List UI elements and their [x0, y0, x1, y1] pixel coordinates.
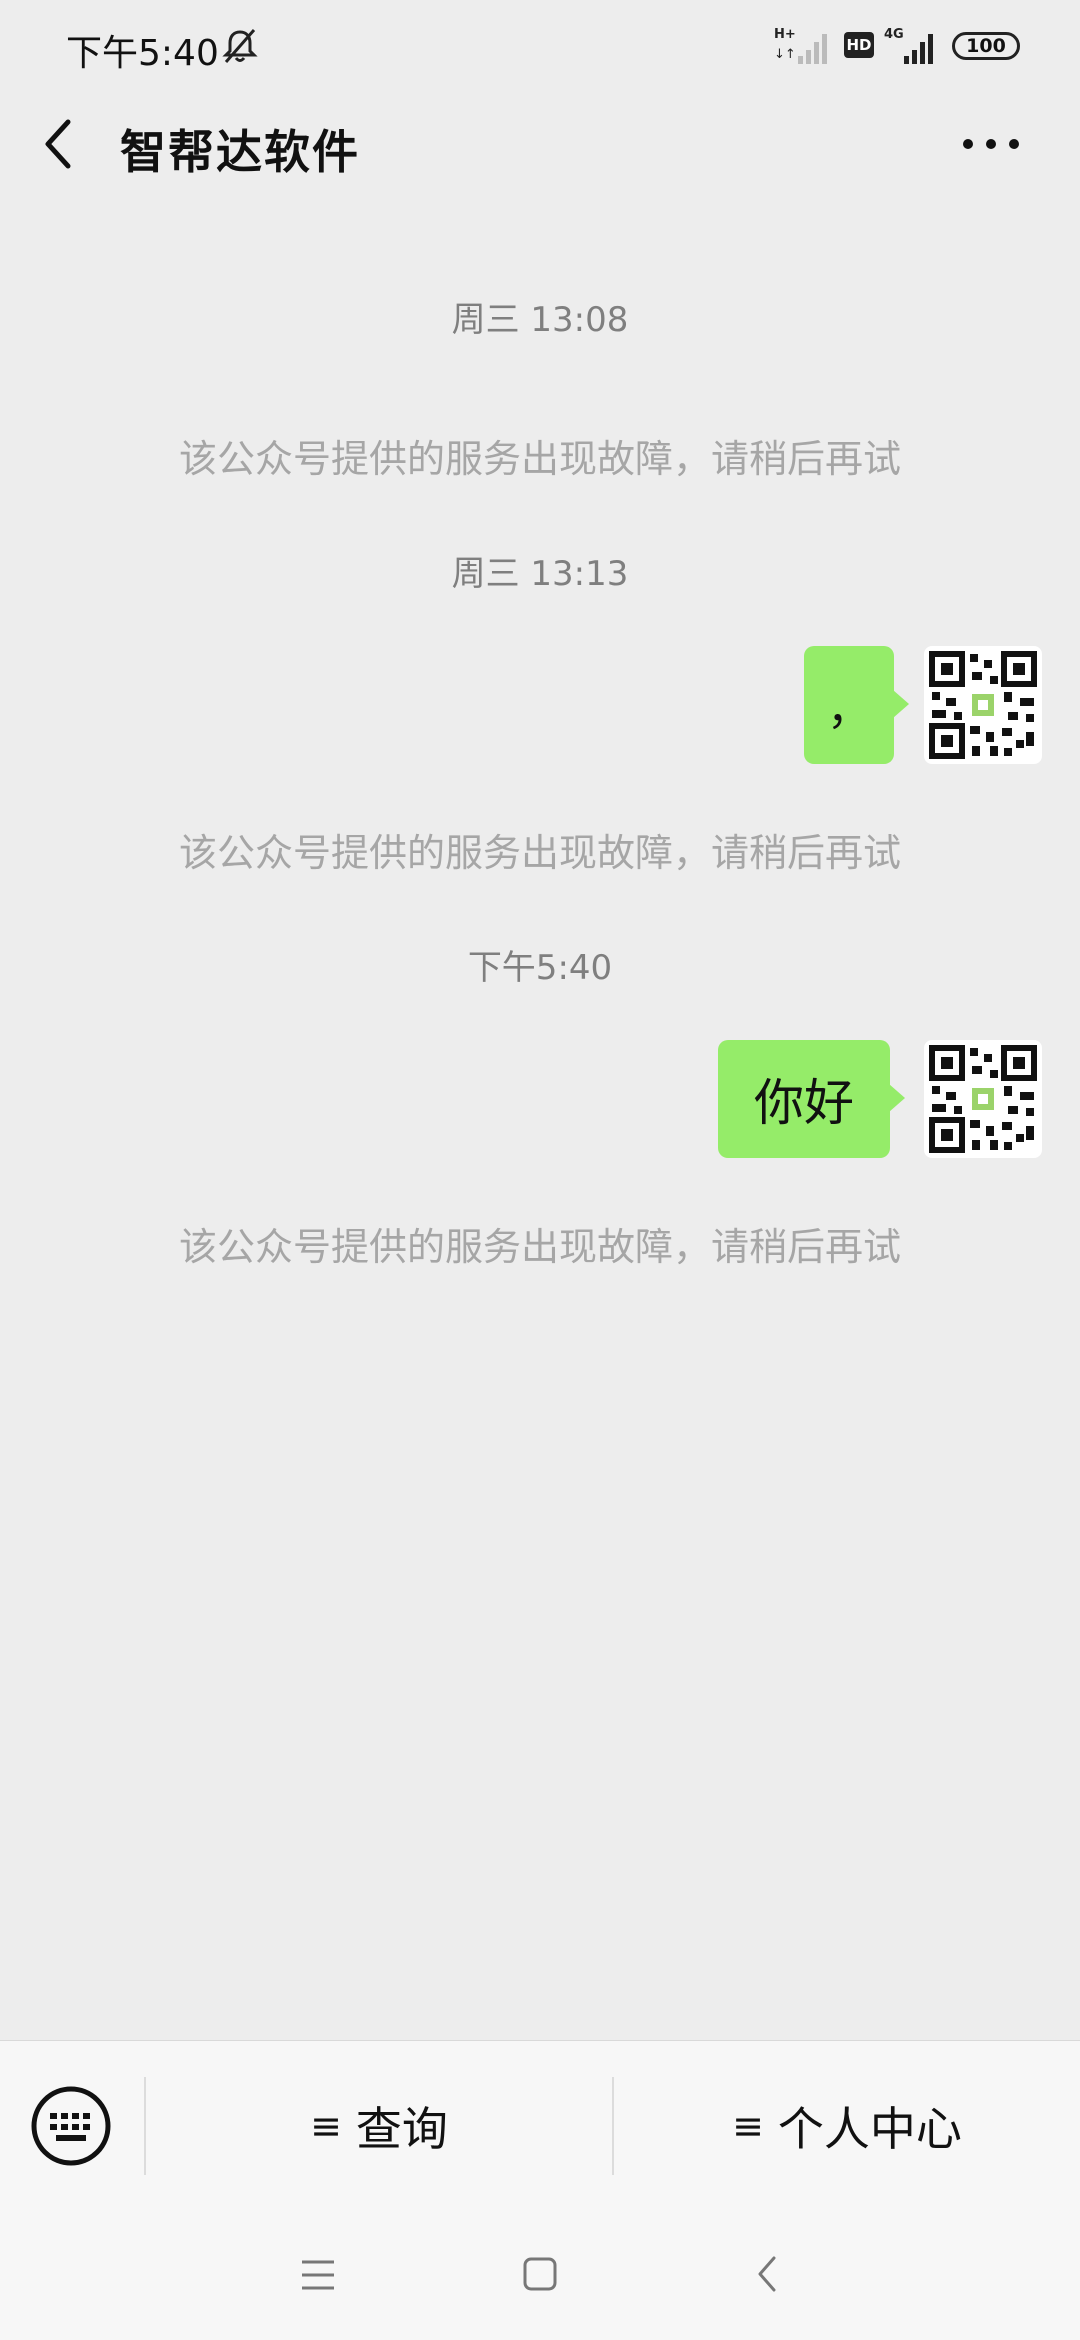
bubble-tail — [893, 690, 909, 718]
message-list[interactable]: 周三 13:08 该公众号提供的服务出现故障，请稍后再试 周三 13:13 ， — [0, 200, 1080, 2040]
message-timestamp: 周三 13:08 — [451, 300, 629, 340]
user-avatar[interactable] — [924, 646, 1042, 764]
menu-personal-center-label: 个人中心 — [777, 2102, 962, 2156]
menu-list-icon: ≡ — [310, 2104, 342, 2148]
back-arrow-icon[interactable] — [36, 114, 84, 174]
menu-list-icon: ≡ — [732, 2104, 764, 2148]
system-notice: 该公众号提供的服务出现故障，请稍后再试 — [178, 437, 901, 481]
system-notice: 该公众号提供的服务出现故障，请稍后再试 — [178, 831, 901, 875]
status-time: 下午5:40 — [66, 33, 219, 74]
chat-header: 智帮达软件 — [0, 96, 1080, 200]
message-timestamp: 下午5:40 — [467, 948, 613, 988]
system-notice: 该公众号提供的服务出现故障，请稍后再试 — [178, 1225, 901, 1269]
user-avatar[interactable] — [924, 1040, 1042, 1158]
outgoing-message-bubble[interactable]: ， — [804, 646, 894, 764]
outgoing-message-bubble[interactable]: 你好 — [718, 1040, 890, 1158]
home-icon[interactable] — [522, 2256, 558, 2292]
bubble-tail — [889, 1084, 905, 1112]
system-back-icon[interactable] — [752, 2254, 782, 2294]
menu-personal-center-button[interactable]: ≡ 个人中心 — [614, 2077, 1080, 2175]
system-navigation-bar — [0, 2210, 1080, 2340]
signal-icon-1: H+ ↓↑ — [774, 27, 827, 64]
network-type-label: H+ — [774, 27, 796, 42]
message-text: ， — [827, 684, 871, 735]
status-bar: 下午5:40 H+ ↓↑ HD 4G 100 — [0, 0, 1080, 96]
menu-query-button[interactable]: ≡ 查询 — [146, 2077, 612, 2175]
message-timestamp: 周三 13:13 — [451, 554, 629, 594]
qr-code-avatar-image — [929, 651, 1037, 759]
menu-query-label: 查询 — [355, 2102, 448, 2156]
more-options-icon[interactable] — [956, 124, 1026, 164]
message-text: 你好 — [754, 1074, 854, 1132]
service-menu-bar: ≡ 查询 ≡ 个人中心 — [0, 2040, 1080, 2211]
qr-code-avatar-image — [929, 1045, 1037, 1153]
net2-type-label: 4G — [884, 27, 904, 42]
signal-icon-2: 4G — [884, 27, 933, 64]
chat-title: 智帮达软件 — [120, 125, 360, 179]
recent-apps-icon[interactable] — [300, 2258, 336, 2292]
battery-indicator: 100 — [952, 32, 1020, 60]
keyboard-toggle-icon[interactable] — [30, 2085, 112, 2167]
mute-bell-icon — [222, 29, 258, 63]
hd-badge: HD — [844, 32, 874, 58]
svg-text:↓↑: ↓↑ — [774, 47, 796, 62]
